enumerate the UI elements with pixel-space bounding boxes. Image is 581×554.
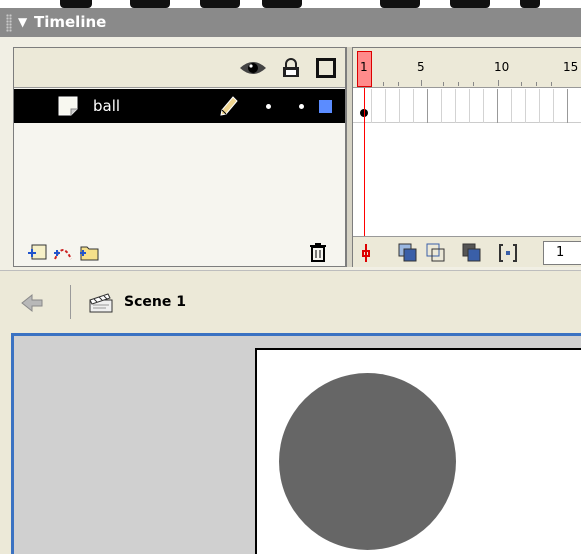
- layer-page-icon: [58, 96, 78, 116]
- lock-icon[interactable]: [282, 58, 300, 78]
- eye-icon[interactable]: [239, 58, 267, 78]
- onion-skin-outlines-icon[interactable]: [425, 242, 447, 264]
- layer-row-ball[interactable]: ball: [14, 89, 345, 123]
- lock-dot[interactable]: [299, 104, 304, 109]
- timeline-body: ball 1 5 10 15 1: [0, 37, 581, 270]
- top-toolbar-strip: [0, 0, 581, 8]
- frame-ruler[interactable]: 1 5 10 15: [353, 48, 581, 88]
- edit-bar: Scene 1: [0, 270, 581, 330]
- timeline-panel-header[interactable]: ▼ Timeline: [0, 8, 581, 37]
- ruler-number: 15: [563, 60, 579, 74]
- ruler-number: 10: [494, 60, 510, 74]
- insert-layer-folder-icon[interactable]: [78, 241, 100, 263]
- stage-area: [11, 333, 581, 554]
- edit-multiple-frames-icon[interactable]: [461, 242, 483, 264]
- scene-clapboard-icon: [89, 293, 113, 313]
- visibility-dot[interactable]: [266, 104, 271, 109]
- layer-header: [14, 48, 345, 88]
- grip-handle[interactable]: [6, 14, 12, 32]
- add-motion-guide-icon[interactable]: [52, 241, 74, 263]
- current-frame-field[interactable]: 1: [543, 241, 581, 265]
- layer-footer: [14, 235, 345, 267]
- ruler-number: 5: [417, 60, 425, 74]
- layer-outline-color-swatch[interactable]: [319, 100, 332, 113]
- onion-skin-icon[interactable]: [397, 242, 419, 264]
- trash-icon[interactable]: [307, 241, 329, 263]
- stage-canvas[interactable]: [255, 348, 581, 554]
- panel-splitter[interactable]: [346, 47, 353, 267]
- frame-row-ball[interactable]: [353, 89, 581, 123]
- collapse-arrow-icon[interactable]: ▼: [18, 16, 27, 28]
- frames-footer: 1: [353, 236, 581, 267]
- pencil-icon: [220, 96, 238, 116]
- divider: [70, 285, 71, 319]
- back-arrow-icon[interactable]: [20, 293, 44, 313]
- layer-name: ball: [93, 97, 121, 115]
- frames-panel: 1 5 10 15 1: [353, 47, 581, 267]
- ball-circle[interactable]: [279, 373, 456, 550]
- scene-label[interactable]: Scene 1: [124, 294, 186, 310]
- center-frame-icon[interactable]: [355, 242, 377, 264]
- modify-onion-markers-icon[interactable]: [497, 242, 519, 264]
- panel-title: Timeline: [34, 13, 107, 31]
- playhead-line: [364, 88, 365, 240]
- ruler-number: 1: [360, 60, 368, 74]
- outline-icon[interactable]: [316, 58, 336, 78]
- insert-layer-icon[interactable]: [26, 241, 48, 263]
- layers-panel: ball: [13, 47, 346, 267]
